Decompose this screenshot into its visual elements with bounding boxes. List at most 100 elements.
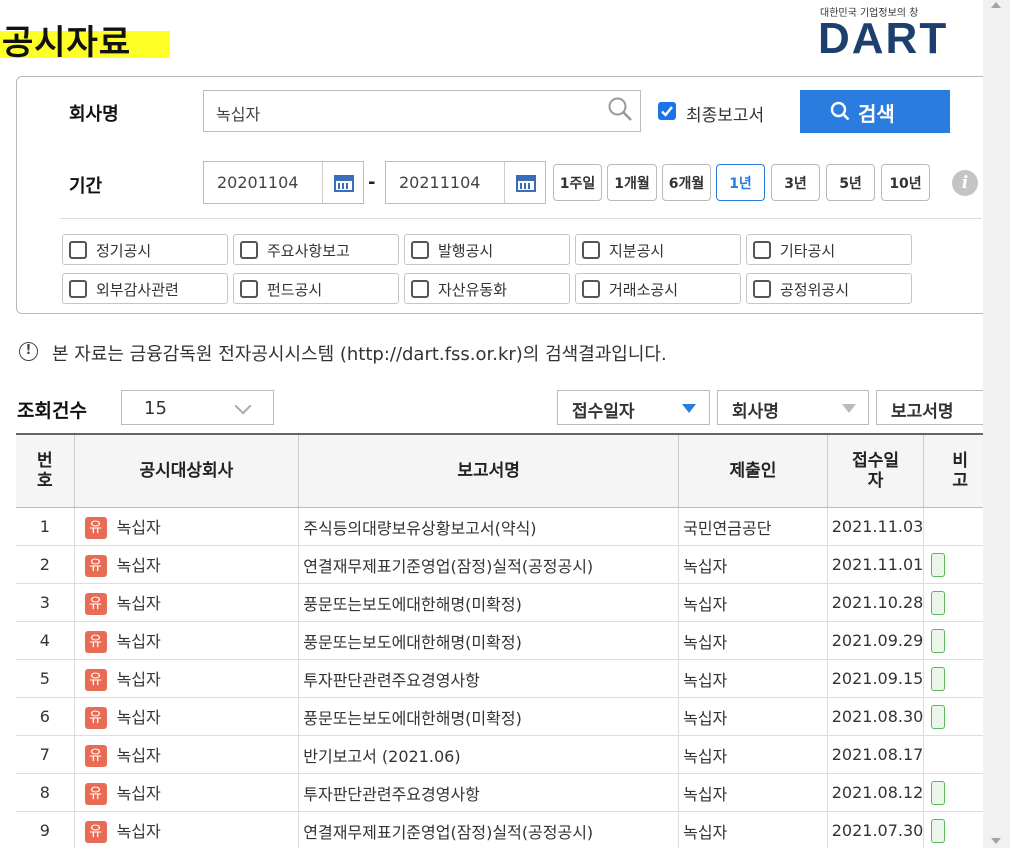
count-select[interactable]: 15: [121, 390, 274, 425]
report-link[interactable]: 풍문또는보도에대한해명(미확정): [298, 621, 679, 660]
category-major-report[interactable]: 주요사항보고: [233, 234, 399, 265]
company-link[interactable]: 녹십자: [117, 784, 161, 803]
table-row[interactable]: 3 유 녹십자 풍문또는보도에대한해명(미확정) 녹십자 2021.10.28: [16, 583, 983, 622]
period-5year-button[interactable]: 5년: [826, 164, 875, 201]
remark-badge-icon[interactable]: [931, 704, 946, 729]
report-link[interactable]: 연결재무제표기준영업(잠정)실적(공정공시): [298, 545, 679, 584]
category-equity[interactable]: 지분공시: [575, 234, 741, 265]
company-cell[interactable]: 유 녹십자: [73, 773, 299, 812]
sort-label: 접수일자: [572, 402, 635, 422]
table-row[interactable]: 6 유 녹십자 풍문또는보도에대한해명(미확정) 녹십자 2021.08.30: [16, 697, 983, 736]
count-label: 조회건수: [17, 400, 87, 422]
report-link[interactable]: 주식등의대량보유상황보고서(약식): [298, 507, 679, 546]
period-10year-button[interactable]: 10년: [881, 164, 930, 201]
checkbox[interactable]: [240, 280, 258, 298]
remark-cell: [923, 583, 983, 622]
company-link[interactable]: 녹십자: [117, 708, 161, 727]
latest-report-label[interactable]: 최종보고서: [686, 101, 764, 126]
search-icon[interactable]: [607, 96, 633, 122]
remark-badge-icon[interactable]: [931, 552, 946, 577]
category-regular[interactable]: 정기공시: [62, 234, 228, 265]
period-1month-button[interactable]: 1개월: [607, 164, 657, 201]
report-link[interactable]: 풍문또는보도에대한해명(미확정): [298, 583, 679, 622]
vertical-scrollbar[interactable]: [983, 0, 1010, 848]
company-cell[interactable]: 유 녹십자: [73, 507, 299, 546]
report-link[interactable]: 연결재무제표기준영업(잠정)실적(공정공시): [298, 811, 679, 848]
category-exchange[interactable]: 거래소공시: [575, 273, 741, 304]
checkbox[interactable]: [753, 280, 771, 298]
category-issuance[interactable]: 발행공시: [404, 234, 570, 265]
remark-badge-icon[interactable]: [931, 628, 946, 653]
checkbox[interactable]: [753, 241, 771, 259]
checkbox[interactable]: [69, 241, 87, 259]
scroll-up-arrow-icon[interactable]: [991, 2, 1001, 8]
report-link[interactable]: 투자판단관련주요경영사항: [298, 773, 679, 812]
checkbox[interactable]: [411, 280, 429, 298]
report-link[interactable]: 투자판단관련주요경영사항: [298, 659, 679, 698]
sort-by-report[interactable]: 보고서명: [876, 390, 983, 425]
category-fund[interactable]: 펀드공시: [233, 273, 399, 304]
report-link[interactable]: 반기보고서 (2021.06): [298, 735, 679, 774]
period-1year-button[interactable]: 1년: [716, 164, 765, 201]
table-row[interactable]: 5 유 녹십자 투자판단관련주요경영사항 녹십자 2021.09.15: [16, 659, 983, 698]
market-badge-icon: 유: [84, 517, 107, 540]
table-row[interactable]: 2 유 녹십자 연결재무제표기준영업(잠정)실적(공정공시) 녹십자 2021.11.01: [16, 545, 983, 584]
col-header-number[interactable]: 번호: [16, 433, 75, 508]
col-header-report[interactable]: 보고서명: [298, 433, 679, 508]
col-header-submitter[interactable]: 제출인: [678, 433, 828, 508]
company-link[interactable]: 녹십자: [117, 556, 161, 575]
company-link[interactable]: 녹십자: [117, 518, 161, 537]
remark-badge-icon[interactable]: [931, 780, 946, 805]
category-other[interactable]: 기타공시: [746, 234, 912, 265]
latest-report-checkbox[interactable]: [658, 102, 676, 120]
col-header-company[interactable]: 공시대상회사: [73, 433, 299, 508]
category-external-audit[interactable]: 외부감사관련: [62, 273, 228, 304]
period-6month-button[interactable]: 6개월: [662, 164, 711, 201]
category-ftc[interactable]: 공정위공시: [746, 273, 912, 304]
period-1week-button[interactable]: 1주일: [553, 164, 602, 201]
checkbox[interactable]: [411, 241, 429, 259]
company-cell[interactable]: 유 녹십자: [73, 545, 299, 584]
company-link[interactable]: 녹십자: [117, 670, 161, 689]
sort-by-date[interactable]: 접수일자: [557, 390, 710, 425]
dart-logo[interactable]: DART: [818, 14, 948, 64]
col-header-date[interactable]: 접수일자: [826, 433, 924, 508]
company-search-input[interactable]: 녹십자: [203, 90, 641, 132]
date-cell: 2021.11.03: [826, 507, 924, 546]
sort-by-company[interactable]: 회사명: [717, 390, 869, 425]
table-row[interactable]: 8 유 녹십자 투자판단관련주요경영사항 녹십자 2021.08.12: [16, 773, 983, 812]
period-3year-button[interactable]: 3년: [771, 164, 820, 201]
table-row[interactable]: 4 유 녹십자 풍문또는보도에대한해명(미확정) 녹십자 2021.09.29: [16, 621, 983, 660]
company-cell[interactable]: 유 녹십자: [73, 697, 299, 736]
date-from-calendar-button[interactable]: [322, 161, 364, 204]
table-row[interactable]: 1 유 녹십자 주식등의대량보유상황보고서(약식) 국민연금공단 2021.11.03: [16, 507, 983, 546]
scroll-down-arrow-icon[interactable]: [991, 838, 1001, 844]
checkbox[interactable]: [582, 241, 600, 259]
remark-badge-icon[interactable]: [931, 666, 946, 691]
remark-badge-icon[interactable]: [931, 818, 946, 843]
company-link[interactable]: 녹십자: [117, 594, 161, 613]
company-cell[interactable]: 유 녹십자: [73, 659, 299, 698]
table-row[interactable]: 9 유 녹십자 연결재무제표기준영업(잠정)실적(공정공시) 녹십자 2021.07.30: [16, 811, 983, 848]
company-cell[interactable]: 유 녹십자: [73, 735, 299, 774]
date-to-calendar-button[interactable]: [504, 161, 546, 204]
category-abs[interactable]: 자산유동화: [404, 273, 570, 304]
category-label: 발행공시: [438, 242, 494, 260]
company-cell[interactable]: 유 녹십자: [73, 811, 299, 848]
checkbox[interactable]: [69, 280, 87, 298]
notice-icon: !: [19, 342, 38, 361]
table-row[interactable]: 7 유 녹십자 반기보고서 (2021.06) 녹십자 2021.08.17: [16, 735, 983, 774]
checkbox[interactable]: [582, 280, 600, 298]
remark-badge-icon[interactable]: [931, 590, 946, 615]
remark-cell: [923, 697, 983, 736]
info-icon[interactable]: i: [952, 170, 978, 196]
company-link[interactable]: 녹십자: [117, 746, 161, 765]
company-link[interactable]: 녹십자: [117, 822, 161, 841]
company-cell[interactable]: 유 녹십자: [73, 621, 299, 660]
report-link[interactable]: 풍문또는보도에대한해명(미확정): [298, 697, 679, 736]
category-label: 지분공시: [609, 242, 665, 260]
search-button[interactable]: 검색: [800, 90, 950, 133]
checkbox[interactable]: [240, 241, 258, 259]
company-cell[interactable]: 유 녹십자: [73, 583, 299, 622]
company-link[interactable]: 녹십자: [117, 632, 161, 651]
